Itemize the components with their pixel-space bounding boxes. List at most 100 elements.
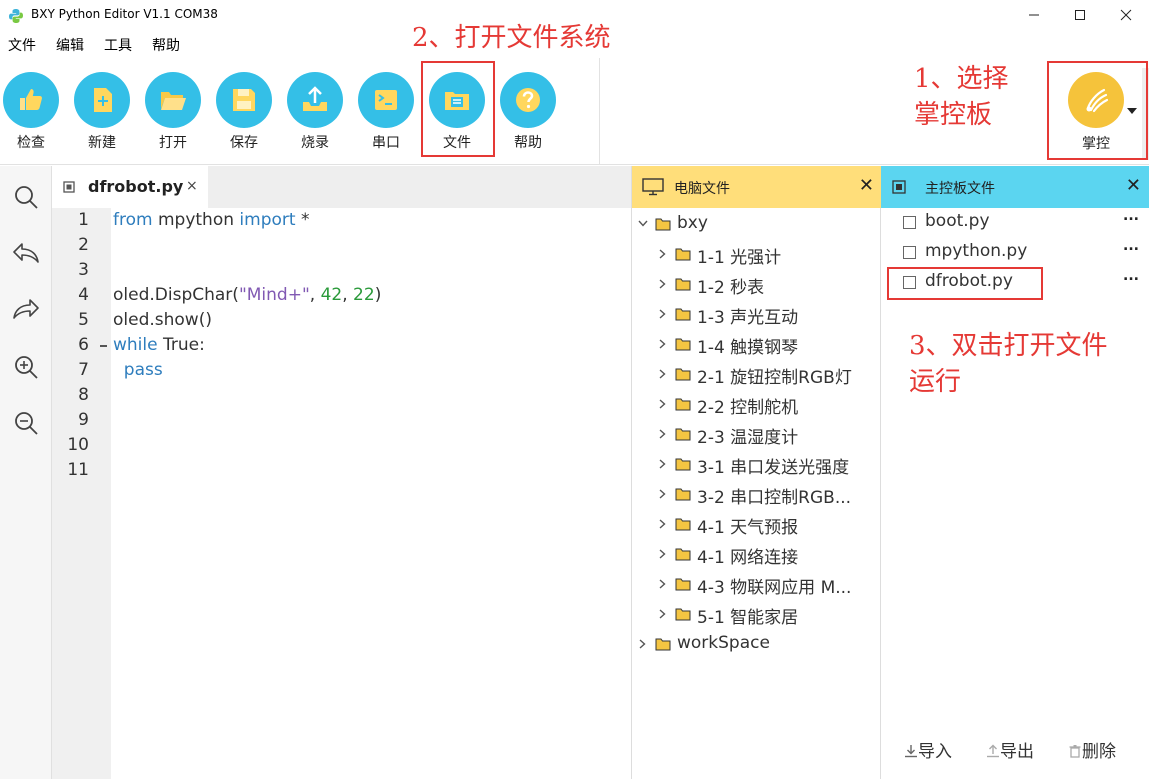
search-button[interactable] bbox=[11, 182, 41, 212]
serial-button[interactable]: 串口 bbox=[356, 72, 416, 154]
menu-help[interactable]: 帮助 bbox=[152, 35, 180, 55]
export-button[interactable]: 导出 bbox=[986, 737, 1034, 762]
more-options-button[interactable]: ... bbox=[1123, 268, 1139, 284]
import-button[interactable]: 导入 bbox=[904, 737, 952, 762]
menu-tools[interactable]: 工具 bbox=[104, 35, 132, 55]
tree-item-folder[interactable]: 5-1 智能家居 bbox=[631, 599, 881, 629]
tree-item-label: 2-1 旋钮控制RGB灯 bbox=[697, 368, 852, 388]
fold-marker[interactable] bbox=[100, 345, 107, 347]
annotation-step3-line2: 运行 bbox=[909, 367, 962, 397]
board-files-panel: 主控板文件 ✕ boot.py ... mpython.py ... dfrob… bbox=[881, 166, 1149, 779]
code-text: , bbox=[309, 285, 321, 305]
fold-column bbox=[98, 208, 111, 779]
file-checkbox[interactable] bbox=[903, 246, 916, 259]
chevron-right-icon bbox=[659, 249, 666, 259]
zoom-out-button[interactable] bbox=[11, 408, 41, 438]
delete-button[interactable]: 删除 bbox=[1068, 737, 1116, 762]
more-options-button[interactable]: ... bbox=[1123, 208, 1139, 224]
serial-button-circle bbox=[358, 72, 414, 128]
upload-icon bbox=[303, 86, 327, 111]
board-files-close-button[interactable]: ✕ bbox=[1126, 175, 1141, 196]
tree-item-bxy[interactable]: bxy bbox=[631, 209, 881, 239]
tree-item-folder[interactable]: 1-1 光强计 bbox=[631, 239, 881, 269]
tree-item-label: 2-2 控制舵机 bbox=[697, 398, 799, 418]
tree-item-folder[interactable]: 3-1 串口发送光强度 bbox=[631, 449, 881, 479]
pc-files-close-button[interactable]: ✕ bbox=[859, 175, 874, 196]
highlight-file-button bbox=[421, 61, 495, 157]
upload-button-circle bbox=[287, 72, 343, 128]
board-file-name: boot.py bbox=[925, 211, 990, 231]
minimize-button[interactable] bbox=[1011, 0, 1057, 30]
save-button[interactable]: 保存 bbox=[214, 72, 274, 154]
pc-files-header: 电脑文件 ✕ bbox=[632, 166, 882, 208]
save-button-circle bbox=[216, 72, 272, 128]
tree-item-folder[interactable]: 3-2 串口控制RGB... bbox=[631, 479, 881, 509]
chevron-right-icon bbox=[659, 459, 666, 469]
tree-item-folder[interactable]: 1-3 声光互动 bbox=[631, 299, 881, 329]
folder-icon bbox=[675, 278, 691, 291]
code-text: , bbox=[342, 285, 354, 305]
serial-label: 串口 bbox=[372, 135, 400, 151]
zoom-in-icon bbox=[15, 356, 38, 379]
tree-item-label: 4-1 网络连接 bbox=[697, 548, 799, 568]
tree-item-folder[interactable]: 1-2 秒表 bbox=[631, 269, 881, 299]
code-number: 42 bbox=[320, 285, 343, 305]
file-checkbox[interactable] bbox=[903, 216, 916, 229]
open-button[interactable]: 打开 bbox=[143, 72, 203, 154]
close-window-button[interactable] bbox=[1103, 0, 1149, 30]
import-label: 导入 bbox=[918, 742, 952, 762]
board-file-row[interactable]: mpython.py ... bbox=[881, 238, 1149, 268]
maximize-icon bbox=[1075, 10, 1085, 20]
menu-edit[interactable]: 编辑 bbox=[56, 35, 84, 55]
line-number: 4 bbox=[78, 285, 89, 305]
more-options-button[interactable]: ... bbox=[1123, 238, 1139, 254]
tree-item-folder[interactable]: 2-1 旋钮控制RGB灯 bbox=[631, 359, 881, 389]
tree-item-folder[interactable]: 1-4 触摸钢琴 bbox=[631, 329, 881, 359]
tree-item-folder[interactable]: 4-1 网络连接 bbox=[631, 539, 881, 569]
close-icon bbox=[1120, 9, 1132, 21]
redo-icon bbox=[13, 299, 39, 319]
upload-button[interactable]: 烧录 bbox=[285, 72, 345, 154]
editor-tab-bar: dfrobot.py × bbox=[52, 166, 631, 208]
tree-item-folder[interactable]: 4-1 天气预报 bbox=[631, 509, 881, 539]
tree-item-folder[interactable]: 2-2 控制舵机 bbox=[631, 389, 881, 419]
tree-item-label: 1-3 声光互动 bbox=[697, 308, 799, 328]
chevron-right-icon bbox=[659, 429, 666, 439]
help-icon bbox=[516, 88, 540, 112]
tree-item-workspace[interactable]: workSpace bbox=[631, 629, 881, 659]
chevron-right-icon bbox=[659, 399, 666, 409]
maximize-button[interactable] bbox=[1057, 0, 1103, 30]
zoom-in-button[interactable] bbox=[11, 352, 41, 382]
save-label: 保存 bbox=[230, 135, 258, 151]
open-folder-icon bbox=[161, 92, 186, 110]
code-line-4: oled.DispChar("Mind+", 42, 22) bbox=[113, 285, 381, 305]
tree-item-folder[interactable]: 4-3 物联网应用 M... bbox=[631, 569, 881, 599]
check-label: 检查 bbox=[17, 135, 45, 151]
search-icon bbox=[15, 186, 38, 209]
board-file-row[interactable]: boot.py ... bbox=[881, 208, 1149, 238]
code-line-1: from mpython import * bbox=[113, 210, 309, 230]
help-button[interactable]: 帮助 bbox=[498, 72, 558, 154]
tree-item-label: bxy bbox=[677, 213, 708, 233]
code-line-6: while True: bbox=[113, 335, 205, 355]
terminal-icon bbox=[375, 90, 397, 110]
tab-dfrobot-py[interactable]: dfrobot.py × bbox=[52, 166, 208, 208]
board-files-header: 主控板文件 ✕ bbox=[881, 166, 1149, 208]
help-label: 帮助 bbox=[514, 135, 542, 151]
line-number: 11 bbox=[67, 460, 89, 480]
undo-icon bbox=[13, 243, 39, 263]
menu-file[interactable]: 文件 bbox=[8, 35, 36, 55]
undo-button[interactable] bbox=[11, 238, 41, 268]
line-number: 1 bbox=[78, 210, 89, 230]
redo-button[interactable] bbox=[11, 294, 41, 324]
tab-close-button[interactable]: × bbox=[186, 178, 198, 194]
folder-icon bbox=[675, 548, 691, 561]
folder-icon bbox=[675, 608, 691, 621]
tree-item-label: 5-1 智能家居 bbox=[697, 608, 799, 628]
new-button[interactable]: 新建 bbox=[72, 72, 132, 154]
new-file-icon bbox=[94, 88, 112, 112]
code-text: True: bbox=[157, 335, 205, 355]
tree-item-label: 1-1 光强计 bbox=[697, 248, 782, 268]
tree-item-folder[interactable]: 2-3 温湿度计 bbox=[631, 419, 881, 449]
check-button[interactable]: 检查 bbox=[1, 72, 61, 154]
